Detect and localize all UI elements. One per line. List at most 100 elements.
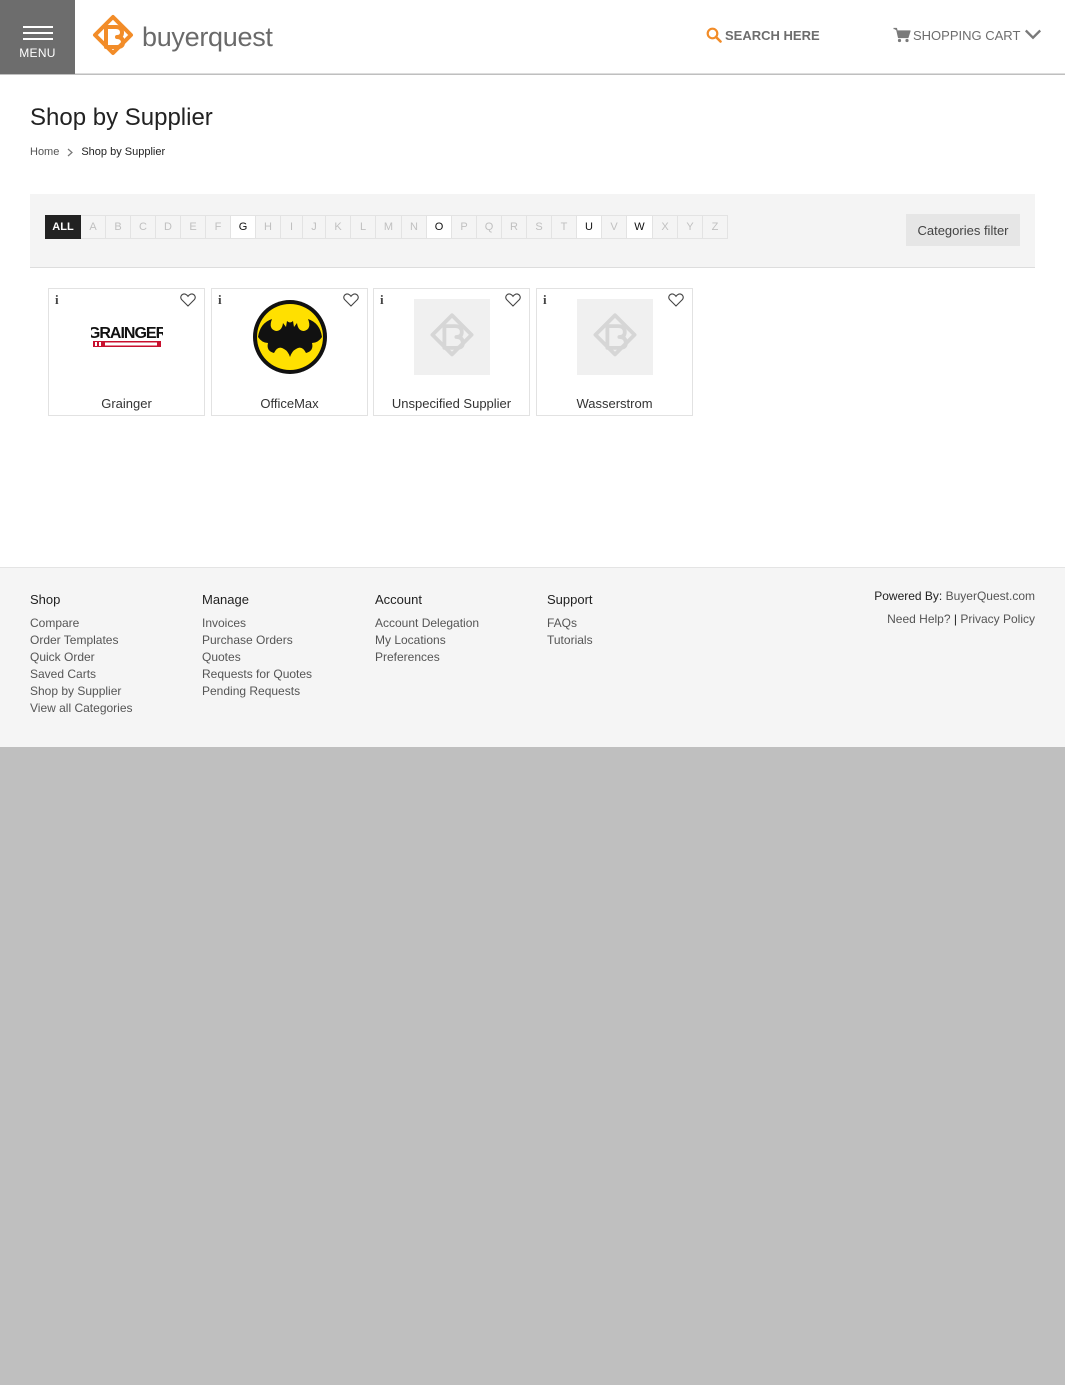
alpha-filter-j: J <box>303 215 326 239</box>
breadcrumb: Home Shop by Supplier <box>30 146 165 158</box>
logo-text: buyerquest <box>142 21 273 52</box>
footer-link[interactable]: Purchase Orders <box>202 632 312 649</box>
alpha-filter-c: C <box>131 215 156 239</box>
favorite-heart-icon[interactable] <box>505 293 521 307</box>
need-help-link[interactable]: Need Help? <box>887 612 950 626</box>
supplier-card-grainger[interactable]: i GRAINGER Grainger <box>48 288 205 416</box>
alpha-filter-b: B <box>106 215 131 239</box>
footer-link[interactable]: View all Categories <box>30 700 133 717</box>
search-icon <box>706 27 722 43</box>
batman-logo <box>252 299 328 375</box>
chevron-down-icon <box>1025 29 1042 40</box>
page-title: Shop by Supplier <box>30 104 213 131</box>
powered-by-label: Powered By: <box>874 589 943 603</box>
footer-link[interactable]: Pending Requests <box>202 683 312 700</box>
alpha-filter-z: Z <box>703 215 728 239</box>
top-header: MENU buyerquest SEARCH HERE SHOPPING CAR… <box>0 0 1065 74</box>
alpha-filter-n: N <box>402 215 427 239</box>
favorite-heart-icon[interactable] <box>343 293 359 307</box>
cart-label: SHOPPING CART <box>913 27 1021 43</box>
supplier-name: Grainger <box>101 396 152 411</box>
chevron-right-icon <box>67 148 74 156</box>
footer-col-account: Account Account Delegation My Locations … <box>375 592 479 666</box>
search-button[interactable]: SEARCH HERE <box>706 27 820 43</box>
favorite-heart-icon[interactable] <box>668 293 684 307</box>
buyerquest-logo[interactable]: buyerquest <box>90 14 273 60</box>
footer-link[interactable]: Quotes <box>202 649 312 666</box>
alpha-filter-l: L <box>351 215 376 239</box>
alpha-filter-d: D <box>156 215 181 239</box>
alpha-filter-x: X <box>653 215 678 239</box>
buyerquest-logo-icon <box>93 15 133 55</box>
alpha-filter-u[interactable]: U <box>577 215 602 239</box>
supplier-card-wasserstrom[interactable]: i Wasserstrom <box>536 288 693 416</box>
grainger-logo: GRAINGER <box>89 299 165 375</box>
supplier-name: Unspecified Supplier <box>391 396 512 411</box>
alpha-filter-g[interactable]: G <box>231 215 256 239</box>
footer-link[interactable]: Order Templates <box>30 632 133 649</box>
footer-link[interactable]: Compare <box>30 615 133 632</box>
filter-bar: ALL ABCDEFGHIJKLMNOPQRSTUVWXYZ Categorie… <box>30 194 1035 268</box>
shopping-cart-button[interactable]: SHOPPING CART <box>893 27 1044 43</box>
footer-link[interactable]: Requests for Quotes <box>202 666 312 683</box>
alpha-filter-r: R <box>502 215 527 239</box>
info-icon[interactable]: i <box>380 292 384 308</box>
info-icon[interactable]: i <box>543 292 547 308</box>
info-icon[interactable]: i <box>55 292 59 308</box>
footer-link[interactable]: Account Delegation <box>375 615 479 632</box>
alpha-filter-t: T <box>552 215 577 239</box>
supplier-name: OfficeMax <box>260 396 319 411</box>
footer-powered-by: Powered By: BuyerQuest.com Need Help? | … <box>874 585 1035 631</box>
favorite-heart-icon[interactable] <box>180 293 196 307</box>
breadcrumb-current: Shop by Supplier <box>81 146 166 158</box>
footer-heading: Support <box>547 592 593 607</box>
breadcrumb-home[interactable]: Home <box>30 146 59 158</box>
alpha-filter-p: P <box>452 215 477 239</box>
supplier-card-unspecified[interactable]: i Unspecified Supplier <box>373 288 530 416</box>
placeholder-logo <box>577 299 653 375</box>
alpha-filter-e: E <box>181 215 206 239</box>
footer-link[interactable]: Tutorials <box>547 632 593 649</box>
alpha-filter-f: F <box>206 215 231 239</box>
alpha-filter-s: S <box>527 215 552 239</box>
buyerquest-link[interactable]: BuyerQuest.com <box>946 589 1035 603</box>
footer-heading: Account <box>375 592 422 607</box>
footer-col-manage: Manage Invoices Purchase Orders Quotes R… <box>202 592 312 700</box>
footer-link[interactable]: Quick Order <box>30 649 133 666</box>
menu-button[interactable]: MENU <box>0 0 75 74</box>
footer-link[interactable]: FAQs <box>547 615 593 632</box>
footer-col-shop: Shop Compare Order Templates Quick Order… <box>30 592 133 717</box>
alpha-filter-h: H <box>256 215 281 239</box>
alpha-filter-k: K <box>326 215 351 239</box>
alpha-filter-i: I <box>281 215 303 239</box>
alpha-filter-all[interactable]: ALL <box>45 215 81 239</box>
categories-filter-button[interactable]: Categories filter <box>906 214 1020 246</box>
footer-heading: Manage <box>202 592 249 607</box>
alpha-filter-y: Y <box>678 215 703 239</box>
alpha-filter-o[interactable]: O <box>427 215 452 239</box>
footer-link[interactable]: Shop by Supplier <box>30 683 133 700</box>
footer-link[interactable]: Invoices <box>202 615 312 632</box>
search-label: SEARCH HERE <box>725 27 820 43</box>
alpha-filter-w[interactable]: W <box>627 215 653 239</box>
footer-link[interactable]: Preferences <box>375 649 479 666</box>
alpha-filter-m: M <box>376 215 402 239</box>
alpha-filter-q: Q <box>477 215 502 239</box>
hamburger-icon <box>23 26 53 40</box>
supplier-name: Wasserstrom <box>576 396 653 411</box>
footer-link[interactable]: Saved Carts <box>30 666 133 683</box>
footer: Shop Compare Order Templates Quick Order… <box>0 567 1065 747</box>
privacy-policy-link[interactable]: Privacy Policy <box>960 612 1035 626</box>
menu-label: MENU <box>19 46 56 60</box>
cart-icon <box>893 27 911 43</box>
alpha-filter-v: V <box>602 215 627 239</box>
footer-heading: Shop <box>30 592 61 607</box>
info-icon[interactable]: i <box>218 292 222 308</box>
footer-separator: | <box>953 612 957 626</box>
placeholder-logo <box>414 299 490 375</box>
footer-col-support: Support FAQs Tutorials <box>547 592 593 649</box>
footer-link[interactable]: My Locations <box>375 632 479 649</box>
alpha-filter-a: A <box>81 215 106 239</box>
alphabet-filter: ALL ABCDEFGHIJKLMNOPQRSTUVWXYZ <box>45 215 728 239</box>
supplier-card-officemax[interactable]: i OfficeMax <box>211 288 368 416</box>
